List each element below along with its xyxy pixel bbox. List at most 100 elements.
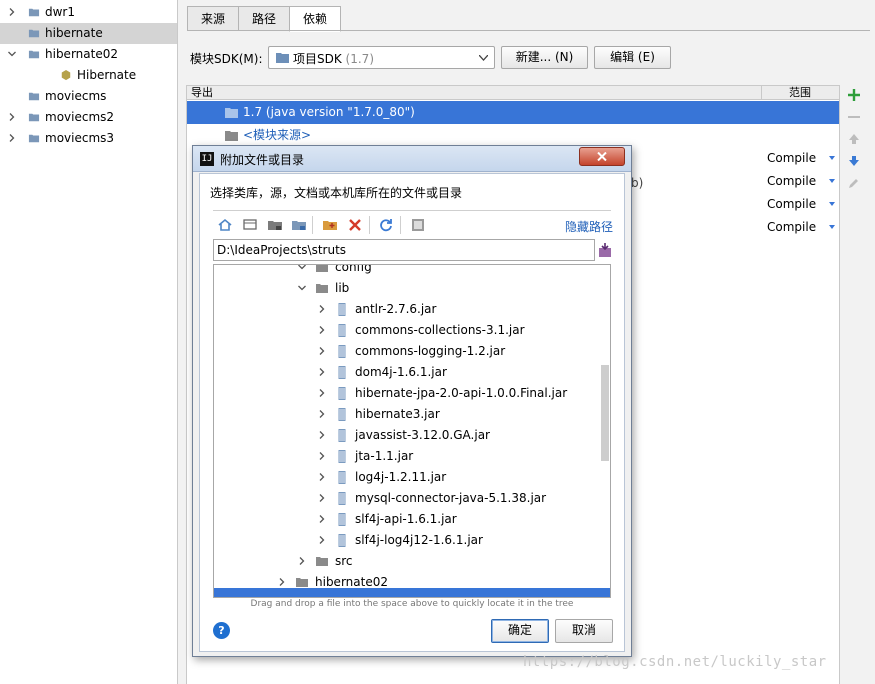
jar-file-icon	[338, 429, 346, 442]
file-tree-selected-row[interactable]	[214, 588, 610, 597]
chevron-right-icon[interactable]	[318, 389, 326, 397]
scope-dropdown-icon[interactable]	[829, 202, 835, 206]
scope-value[interactable]: Compile	[767, 147, 816, 170]
file-tree-jar-item[interactable]: hibernate-jpa-2.0-api-1.0.0.Final.jar	[214, 383, 610, 404]
tab-dependencies[interactable]: 依赖	[289, 6, 341, 32]
file-tree-jar-item[interactable]: slf4j-log4j12-1.6.1.jar	[214, 530, 610, 551]
scope-value[interactable]: Compile	[767, 170, 816, 193]
file-tree-jar-item[interactable]: commons-logging-1.2.jar	[214, 341, 610, 362]
module-sdk-select[interactable]: 项目SDK (1.7)	[268, 46, 495, 69]
remove-icon[interactable]	[846, 109, 862, 125]
chevron-right-icon[interactable]	[8, 8, 16, 16]
chevron-right-icon[interactable]	[318, 494, 326, 502]
module-tree-item[interactable]: moviecms2	[0, 107, 177, 128]
cancel-button[interactable]: 取消	[555, 619, 613, 643]
scope-dropdown-icon[interactable]	[829, 225, 835, 229]
move-up-icon[interactable]	[846, 131, 862, 147]
help-button[interactable]: ?	[213, 622, 230, 639]
module-folder-icon	[28, 113, 40, 122]
delete-icon[interactable]	[347, 217, 363, 233]
dialog-close-button[interactable]	[579, 147, 625, 166]
scope-value[interactable]: Compile	[767, 193, 816, 216]
file-tree-folder-item[interactable]: config	[214, 264, 610, 278]
new-sdk-button[interactable]: 新建... (N)	[501, 46, 588, 69]
scope-value[interactable]: Compile	[767, 216, 816, 239]
file-tree-jar-item[interactable]: slf4j-api-1.6.1.jar	[214, 509, 610, 530]
folder-icon	[316, 557, 328, 566]
chevron-down-icon[interactable]	[8, 50, 16, 58]
module-folder-icon	[28, 8, 40, 17]
file-tree-item-label: lib	[335, 281, 350, 295]
chevron-down-icon[interactable]	[298, 264, 306, 271]
chevron-down-icon	[479, 55, 488, 61]
chevron-right-icon[interactable]	[318, 305, 326, 313]
chevron-right-icon[interactable]	[318, 326, 326, 334]
file-tree-jar-item[interactable]: hibernate3.jar	[214, 404, 610, 425]
project-folder-icon[interactable]	[267, 217, 283, 233]
jar-file-icon	[338, 471, 346, 484]
dependency-row-sdk[interactable]: 1.7 (java version "1.7.0_80")	[187, 101, 839, 124]
dialog-titlebar[interactable]: IJ 附加文件或目录	[193, 146, 631, 172]
file-tree-folder-item[interactable]: lib	[214, 278, 610, 299]
path-history-icon[interactable]	[598, 242, 612, 258]
desktop-icon[interactable]	[242, 217, 258, 233]
chevron-right-icon[interactable]	[318, 368, 326, 376]
module-tree-item[interactable]: dwr1	[0, 2, 177, 23]
edit-sdk-button[interactable]: 编辑 (E)	[594, 46, 671, 69]
add-icon[interactable]	[846, 87, 862, 103]
module-tree-item[interactable]: Hibernate	[0, 65, 177, 86]
new-folder-icon[interactable]	[322, 217, 338, 233]
file-tree-jar-item[interactable]: javassist-3.12.0.GA.jar	[214, 425, 610, 446]
module-tree-item[interactable]: hibernate	[0, 23, 177, 44]
chevron-right-icon[interactable]	[318, 536, 326, 544]
dependency-row-module-source[interactable]: <模块来源>	[187, 124, 839, 147]
scope-dropdown-icon[interactable]	[829, 179, 835, 183]
chevron-right-icon[interactable]	[8, 113, 16, 121]
chevron-down-icon[interactable]	[298, 284, 306, 292]
module-folder-icon	[225, 131, 238, 141]
module-source-link[interactable]: <模块来源>	[243, 124, 311, 147]
module-tree-item[interactable]: moviecms	[0, 86, 177, 107]
file-tree[interactable]: config lib antlr-2.7.6.jar commons-collecti…	[213, 264, 611, 598]
chevron-right-icon[interactable]	[8, 134, 16, 142]
file-tree-jar-item[interactable]: commons-collections-3.1.jar	[214, 320, 610, 341]
refresh-icon[interactable]	[378, 217, 394, 233]
chevron-right-icon[interactable]	[318, 347, 326, 355]
file-tree-folder-item[interactable]: src	[214, 551, 610, 572]
scope-dropdown-icon[interactable]	[829, 156, 835, 160]
module-tree-item[interactable]: moviecms3	[0, 128, 177, 149]
file-tree-jar-item[interactable]: antlr-2.7.6.jar	[214, 299, 610, 320]
tab-sources[interactable]: 来源	[187, 6, 239, 31]
chevron-right-icon[interactable]	[318, 452, 326, 460]
file-tree-item-label: hibernate-jpa-2.0-api-1.0.0.Final.jar	[355, 386, 568, 400]
hide-path-link[interactable]: 隐藏路径	[565, 218, 613, 235]
file-tree-scrollbar[interactable]	[601, 365, 609, 461]
chevron-right-icon[interactable]	[318, 431, 326, 439]
chevron-right-icon[interactable]	[318, 410, 326, 418]
tab-paths[interactable]: 路径	[238, 6, 290, 31]
path-input[interactable]: D:\IdeaProjects\struts	[213, 239, 595, 261]
file-tree-jar-item[interactable]: mysql-connector-java-5.1.38.jar	[214, 488, 610, 509]
dependency-table-header: 导出 范围	[186, 85, 840, 100]
module-folder-icon[interactable]	[291, 217, 307, 233]
chevron-right-icon[interactable]	[298, 557, 306, 565]
edit-pencil-icon[interactable]	[846, 175, 862, 191]
folder-icon	[276, 53, 289, 63]
chevron-right-icon[interactable]	[318, 473, 326, 481]
module-folder-icon	[28, 29, 40, 38]
ok-button[interactable]: 确定	[491, 619, 549, 643]
module-tree-item[interactable]: hibernate02	[0, 44, 177, 65]
file-tree-jar-item[interactable]: jta-1.1.jar	[214, 446, 610, 467]
chevron-right-icon[interactable]	[318, 515, 326, 523]
file-tree-jar-item[interactable]: dom4j-1.6.1.jar	[214, 362, 610, 383]
move-down-icon[interactable]	[846, 153, 862, 169]
file-tree-jar-item[interactable]: log4j-1.2.11.jar	[214, 467, 610, 488]
jar-file-icon	[338, 387, 346, 400]
chevron-right-icon[interactable]	[278, 578, 286, 586]
jar-file-icon	[338, 408, 346, 421]
hibernate-facet-icon	[61, 70, 71, 81]
sdk-folder-icon	[225, 108, 238, 118]
file-tree-item-label: javassist-3.12.0.GA.jar	[355, 428, 490, 442]
show-hidden-icon[interactable]	[410, 217, 426, 233]
home-icon[interactable]	[217, 217, 233, 233]
